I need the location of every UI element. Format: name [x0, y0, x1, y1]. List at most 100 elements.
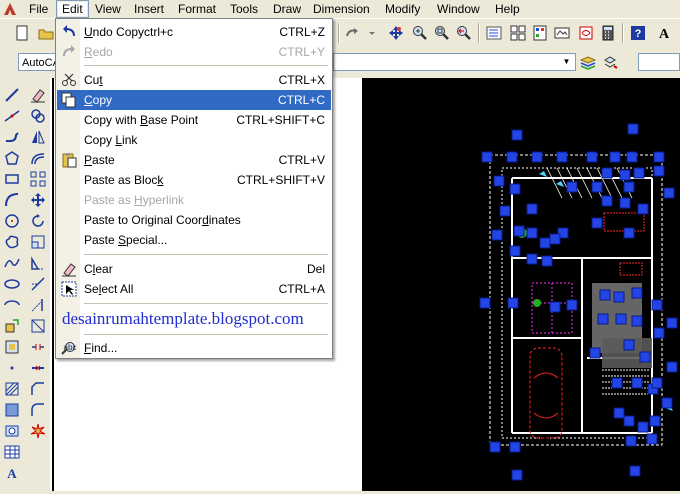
selection-grip[interactable] [566, 181, 578, 193]
layer-combo[interactable]: ▼ [333, 53, 576, 71]
selection-grip[interactable] [549, 233, 561, 245]
selection-grip[interactable] [619, 197, 631, 209]
help-icon[interactable]: ? [628, 23, 648, 43]
revision-cloud-icon[interactable] [1, 231, 23, 252]
construction-line-icon[interactable] [1, 105, 23, 126]
selection-grip[interactable] [646, 433, 658, 445]
sheet-set-icon[interactable] [552, 23, 572, 43]
selection-grip[interactable] [627, 123, 639, 135]
menu-item-copy-link[interactable]: Copy Link [57, 130, 331, 150]
markup-icon[interactable] [576, 23, 596, 43]
workspace-combo[interactable]: AutoCA [18, 53, 60, 71]
selection-grip[interactable] [629, 465, 641, 477]
selection-grip[interactable] [509, 183, 521, 195]
drawing-canvas[interactable] [362, 78, 680, 491]
selection-grip[interactable] [623, 181, 635, 193]
selection-grip[interactable] [666, 361, 678, 373]
selection-grip[interactable] [493, 175, 505, 187]
menu-draw[interactable]: Draw [268, 0, 306, 18]
menu-item-cut[interactable]: Cut CTRL+X [57, 70, 331, 90]
menu-item-paste[interactable]: Paste CTRL+V [57, 150, 331, 170]
selection-grip[interactable] [666, 317, 678, 329]
explode-icon[interactable] [27, 420, 49, 441]
selection-grip[interactable] [637, 421, 649, 433]
insert-block-icon[interactable] [1, 315, 23, 336]
selection-grip[interactable] [549, 301, 561, 313]
selection-grip[interactable] [615, 313, 627, 325]
ellipse-arc-icon[interactable] [1, 294, 23, 315]
menu-tools[interactable]: Tools [225, 0, 263, 18]
selection-grip[interactable] [591, 217, 603, 229]
extend-icon[interactable] [27, 294, 49, 315]
selection-grip[interactable] [649, 415, 661, 427]
selection-grip[interactable] [526, 227, 538, 239]
selection-grip[interactable] [623, 415, 635, 427]
arc-icon[interactable] [1, 189, 23, 210]
selection-grip[interactable] [639, 351, 651, 363]
selection-grip[interactable] [611, 377, 623, 389]
selection-grip[interactable] [589, 347, 601, 359]
selection-grip[interactable] [631, 315, 643, 327]
copy-object-icon[interactable] [27, 105, 49, 126]
offset-icon[interactable] [27, 147, 49, 168]
hatch-icon[interactable] [1, 378, 23, 399]
selection-grip[interactable] [566, 299, 578, 311]
selection-grip[interactable] [499, 205, 511, 217]
rotate-icon[interactable] [27, 210, 49, 231]
selection-grip[interactable] [511, 129, 523, 141]
zoom-realtime-icon[interactable] [410, 23, 430, 43]
calculator-icon[interactable] [598, 23, 618, 43]
style-toolbar-icon[interactable]: A [654, 23, 674, 43]
menu-item-clear[interactable]: Clear Del [57, 259, 331, 279]
selection-grip[interactable] [481, 151, 493, 163]
selection-grip[interactable] [653, 165, 665, 177]
menu-item-redo[interactable]: Redo CTRL+Y [57, 42, 331, 62]
point-icon[interactable] [1, 357, 23, 378]
layer-properties-icon[interactable] [578, 52, 598, 72]
design-center-icon[interactable] [508, 23, 528, 43]
multiline-text-icon[interactable]: A [1, 462, 23, 483]
polyline-icon[interactable] [1, 126, 23, 147]
stretch-icon[interactable] [27, 252, 49, 273]
selection-grip[interactable] [619, 169, 631, 181]
menu-help[interactable]: Help [490, 0, 525, 18]
menu-item-paste-original-coordinates[interactable]: Paste to Original Coordinates [57, 210, 331, 230]
selection-grip[interactable] [526, 253, 538, 265]
menu-item-paste-as-hyperlink[interactable]: Paste as Hyperlink [57, 190, 331, 210]
polygon-icon[interactable] [1, 147, 23, 168]
selection-grip[interactable] [509, 245, 521, 257]
menu-insert[interactable]: Insert [129, 0, 169, 18]
selection-grip[interactable] [601, 167, 613, 179]
menu-file[interactable]: File [24, 0, 53, 18]
selection-grip[interactable] [541, 255, 553, 267]
rectangle-icon[interactable] [1, 168, 23, 189]
line-icon[interactable] [1, 84, 23, 105]
selection-grip[interactable] [651, 377, 663, 389]
scale-icon[interactable] [27, 231, 49, 252]
selection-grip[interactable] [625, 435, 637, 447]
menu-item-find[interactable]: abc Find... [57, 338, 331, 358]
selection-grip[interactable] [613, 291, 625, 303]
array-icon[interactable] [27, 168, 49, 189]
menu-view[interactable]: View [90, 0, 126, 18]
selection-grip[interactable] [479, 297, 491, 309]
selection-grip[interactable] [601, 195, 613, 207]
selection-grip[interactable] [661, 397, 673, 409]
selection-grip[interactable] [623, 227, 635, 239]
circle-icon[interactable] [1, 210, 23, 231]
zoom-previous-icon[interactable] [454, 23, 474, 43]
break-icon[interactable] [27, 336, 49, 357]
pan-realtime-icon[interactable] [386, 23, 406, 43]
selection-grip[interactable] [597, 313, 609, 325]
selection-grip[interactable] [507, 297, 519, 309]
selection-grip[interactable] [509, 441, 521, 453]
spline-icon[interactable] [1, 252, 23, 273]
selection-grip[interactable] [631, 377, 643, 389]
redo-arrow-icon[interactable] [342, 23, 362, 43]
color-combo[interactable] [638, 53, 680, 71]
selection-grip[interactable] [599, 289, 611, 301]
selection-grip[interactable] [591, 181, 603, 193]
selection-grip[interactable] [613, 407, 625, 419]
selection-grip[interactable] [653, 327, 665, 339]
menu-item-undo[interactable]: Undo Copyctrl+c CTRL+Z [57, 22, 331, 42]
